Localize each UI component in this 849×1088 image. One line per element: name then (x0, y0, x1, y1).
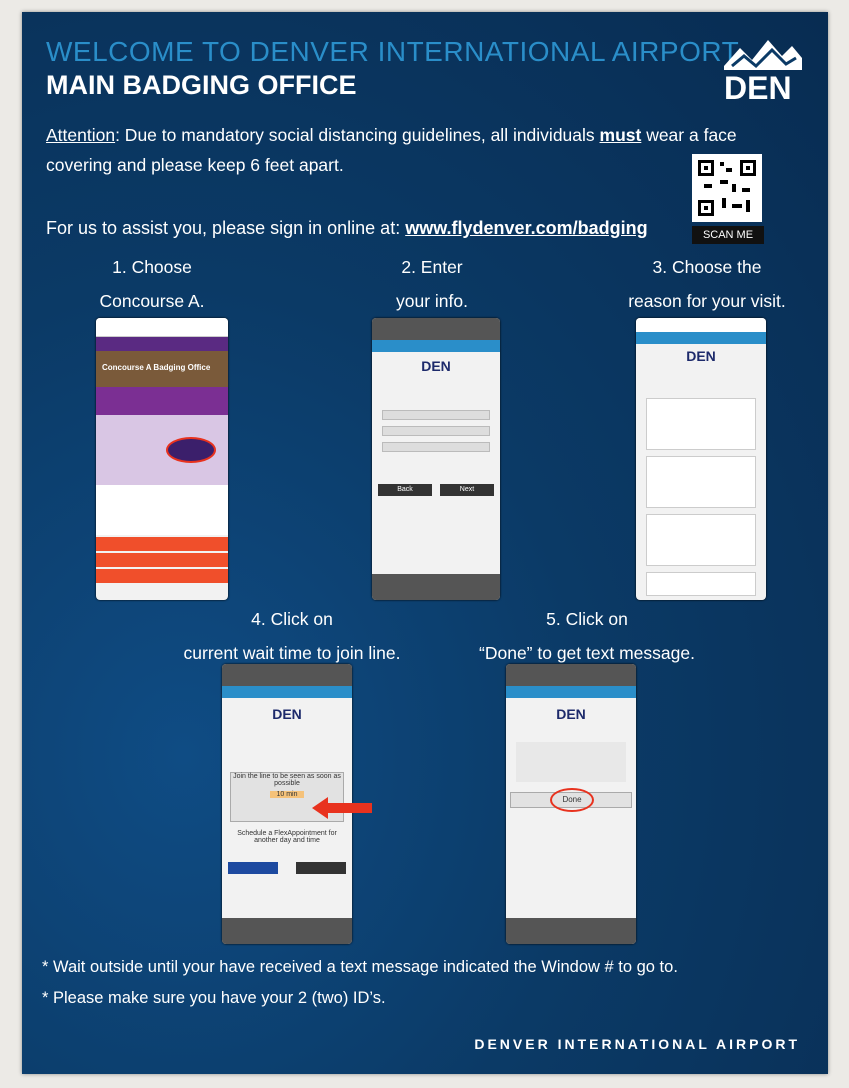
step-3-line1: 3. Choose the (652, 257, 762, 277)
signin-text: For us to assist you, please sign in onl… (46, 218, 406, 238)
step-1-line2: Concourse A. (99, 291, 205, 311)
step-1-screen-title: Concourse A Badging Office (102, 363, 211, 372)
footer-airport-name: DENVER INTERNATIONAL AIRPORT (474, 1036, 800, 1052)
red-arrow-icon (312, 797, 372, 819)
welcome-heading: WELCOME TO DENVER INTERNATIONAL AIRPORT (46, 36, 740, 67)
note-bring-ids: * Please make sure you have your 2 (two)… (42, 989, 386, 1007)
attention-text-before: : Due to mandatory social distancing gui… (115, 125, 600, 145)
den-logo: DEN (722, 36, 804, 106)
step-4-line1: 4. Click on (251, 609, 333, 629)
step-3-caption: 3. Choose the reason for your visit. (612, 250, 802, 318)
signin-url[interactable]: www.flydenver.com/badging (405, 218, 647, 238)
scan-me-label: SCAN ME (692, 226, 764, 244)
step-5-screenshot: DEN Done (506, 664, 636, 944)
step-5-done-button: Done (550, 788, 594, 812)
step-2-next-button: Next (440, 484, 494, 496)
step-2-line1: 2. Enter (401, 257, 463, 277)
signin-instruction: For us to assist you, please sign in onl… (46, 218, 648, 239)
attention-label: Attention (46, 125, 116, 145)
note-wait-outside: * Wait outside until your have received … (42, 958, 678, 976)
step-2-line2: your info. (396, 291, 468, 311)
step-5-line1: 5. Click on (546, 609, 628, 629)
step-4-schedule-text: Schedule a FlexAppointment for another d… (237, 830, 337, 844)
badging-poster: WELCOME TO DENVER INTERNATIONAL AIRPORT … (22, 12, 828, 1074)
step-4-join-text: Join the line to be seen as soon as poss… (233, 773, 341, 787)
step-4-wait-time: 10 min (270, 791, 304, 798)
step-1-line1: 1. Choose (112, 257, 192, 277)
step-2-caption: 2. Enter your info. (372, 250, 492, 318)
office-heading: MAIN BADGING OFFICE (46, 70, 357, 100)
attention-emphasis: must (599, 125, 642, 145)
step-1-caption: 1. Choose Concourse A. (82, 250, 222, 318)
step-2-back-button: Back (378, 484, 432, 496)
step-2-screenshot: DEN Back Next (372, 318, 500, 600)
qr-code[interactable] (692, 154, 762, 222)
step-3-screenshot: DEN (636, 318, 766, 600)
step-5-caption: 5. Click on “Done” to get text message. (442, 602, 732, 670)
step-3-line2: reason for your visit. (628, 291, 786, 311)
step-4-caption: 4. Click on current wait time to join li… (162, 602, 422, 670)
step-1-screenshot: Concourse A Badging Office (96, 318, 228, 600)
den-logo-text: DEN (724, 70, 792, 106)
